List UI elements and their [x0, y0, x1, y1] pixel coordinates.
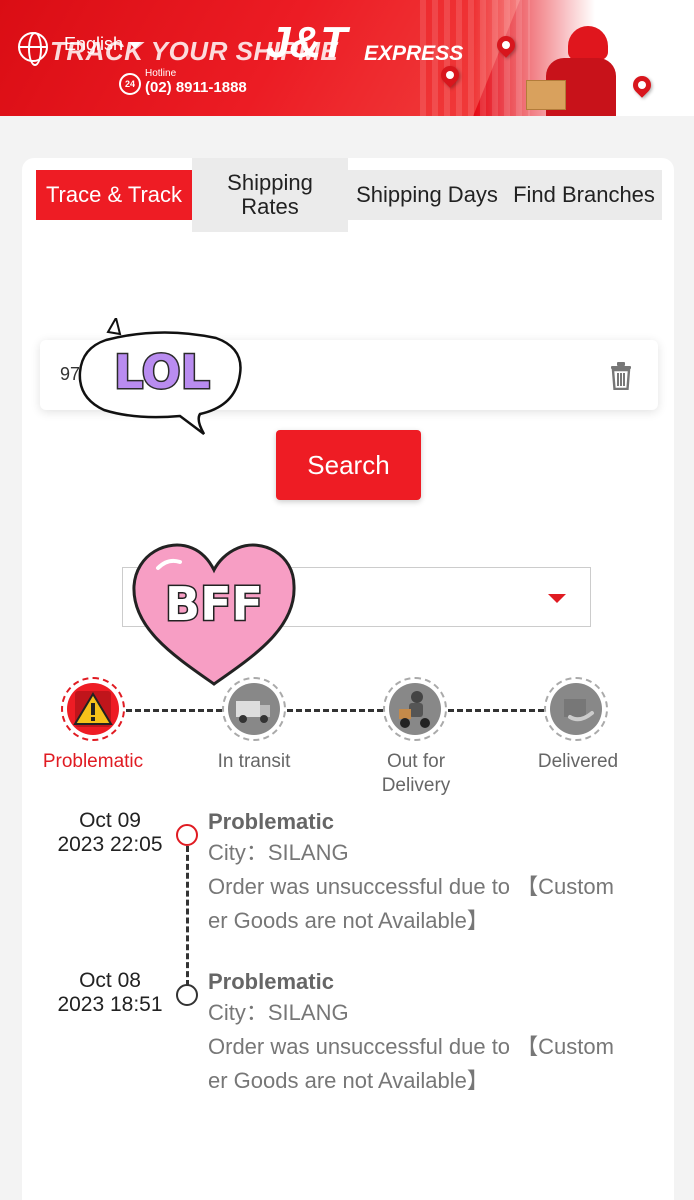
step-label-problematic: Problematic [42, 751, 144, 772]
language-selector[interactable]: English [64, 34, 142, 55]
step-label-delivered: Delivered [537, 751, 619, 772]
tab-shipping-days[interactable]: Shipping Days [348, 170, 506, 220]
timeline-detail: Order was unsuccessful due to 【Custom [208, 874, 614, 899]
progress-connector [448, 709, 544, 712]
tab-shipping-rates[interactable]: Shipping Rates [192, 158, 348, 232]
timeline-line [186, 846, 189, 986]
progress-connector [126, 709, 222, 712]
step-label-out-for-delivery: Out for Delivery [381, 751, 451, 796]
timeline-status: Problematic [208, 809, 334, 834]
hotline-phone-icon: 24 [119, 73, 141, 95]
timeline-dot [176, 824, 198, 846]
timeline-detail: er Goods are not Available】 [208, 908, 489, 933]
tab-trace-track[interactable]: Trace & Track [36, 170, 192, 220]
timeline-status: Problematic [208, 969, 334, 994]
truck-icon [236, 701, 270, 723]
progress-connector [287, 709, 383, 712]
timeline-date: Oct 09 [79, 809, 141, 832]
timeline-city: City：SILANG [208, 840, 349, 865]
step-delivered [544, 677, 608, 741]
lol-sticker: LOL [78, 318, 242, 435]
bff-sticker-text: BFF [165, 577, 263, 631]
step-label-in-transit: In transit [217, 751, 291, 772]
tab-find-branches[interactable]: Find Branches [506, 170, 662, 220]
lol-sticker-text: LOL [114, 345, 210, 399]
timeline-detail: er Goods are not Available】 [208, 1068, 489, 1093]
step-problematic [61, 677, 125, 741]
search-button[interactable]: Search [276, 430, 421, 500]
warning-icon [73, 691, 113, 727]
tab-bar: Trace & Track Shipping Rates Shipping Da… [36, 158, 662, 232]
brand-logo-sub: EXPRESS [364, 42, 464, 65]
menu-grid-icon[interactable] [626, 34, 660, 68]
caret-down-icon [548, 594, 566, 603]
timeline-city: City：SILANG [208, 1000, 349, 1025]
globe-icon[interactable] [18, 32, 48, 66]
timeline-detail: Order was unsuccessful due to 【Custom [208, 1034, 614, 1059]
timeline-date: Oct 08 [79, 969, 141, 992]
brand-logo: J&T [266, 18, 347, 67]
trash-icon[interactable] [610, 362, 632, 390]
timeline-time: 2023 18:51 [57, 993, 163, 1016]
step-out-for-delivery [383, 677, 447, 741]
chevron-down-icon [129, 41, 142, 49]
bff-sticker: BFF [132, 543, 296, 686]
header-banner: TRACK YOUR SHIPME English J&T EXPRESS 24… [0, 0, 694, 116]
scooter-icon [399, 691, 430, 728]
hotline-label: Hotline [145, 68, 177, 79]
timeline-dot [176, 984, 198, 1006]
courier-illustration [520, 22, 630, 116]
parcel-icon [564, 699, 594, 722]
timeline-time: 2023 22:05 [57, 833, 163, 856]
step-in-transit [222, 677, 286, 741]
hotline-number[interactable]: (02) 8911-1888 [145, 79, 247, 96]
